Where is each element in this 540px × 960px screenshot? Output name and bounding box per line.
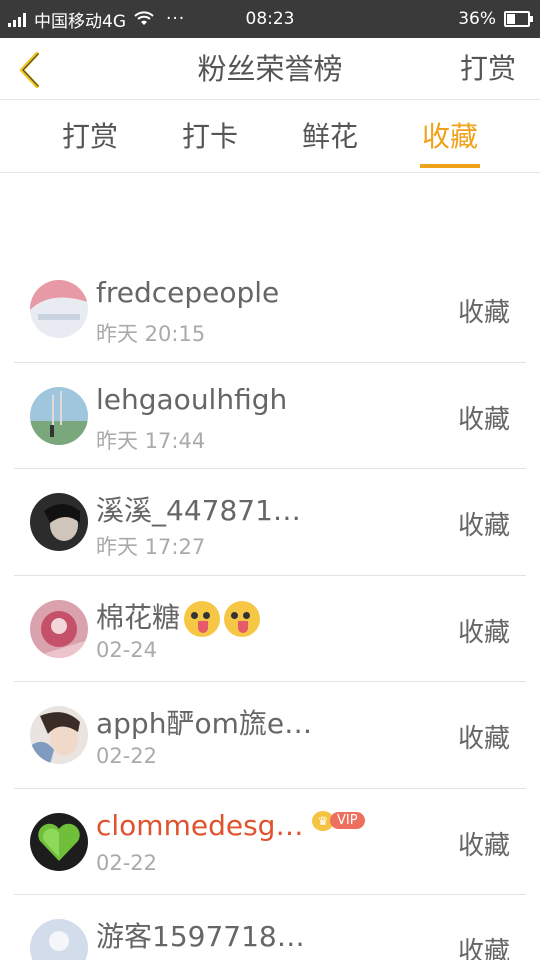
user-name: lehgaoulhfigh (96, 382, 288, 416)
timestamp: 02-24 (96, 637, 158, 662)
vip-badge: ♛ VIP (312, 810, 365, 831)
vip-label: VIP (330, 812, 365, 829)
list-item[interactable]: 溪溪_447871… 昨天 17:27 收藏 (14, 469, 526, 576)
user-name: clommedesg… (96, 808, 304, 842)
avatar (30, 493, 88, 551)
timestamp: 昨天 20:15 (96, 322, 206, 346)
tab-label: 打卡 (181, 120, 238, 153)
action-label: 收藏 (457, 724, 510, 754)
timestamp: 02-22 (96, 850, 158, 875)
list-item[interactable]: lehgaoulhfigh 昨天 17:44 收藏 (14, 363, 526, 469)
timestamp: 02-22 (96, 744, 158, 768)
reward-button[interactable]: 打赏 (460, 38, 516, 100)
avatar (30, 812, 88, 871)
tab-reward[interactable]: 打赏 (30, 101, 150, 173)
user-name: apph酽om旒e… (96, 707, 313, 740)
active-tab-indicator (420, 164, 480, 168)
action-label: 收藏 (457, 830, 510, 861)
timestamp: 昨天 17:44 (96, 428, 206, 453)
avatar (30, 706, 88, 764)
tab-label: 打赏 (61, 120, 118, 153)
user-name: 游客1597718… (96, 920, 305, 953)
user-name: fredcepeople (96, 276, 280, 309)
tab-checkin[interactable]: 打卡 (150, 101, 270, 173)
tongue-emoji-icon (224, 600, 261, 637)
user-name: 棉花糖 (96, 596, 261, 637)
action-label: 收藏 (457, 511, 510, 541)
tab-bar: 打赏 打卡 鲜花 收藏 (0, 101, 540, 173)
list-item[interactable]: 棉花糖 02-24 收藏 (14, 576, 526, 682)
battery-icon (504, 11, 533, 27)
status-bar: 中国移动4G ··· 08:23 36% (0, 0, 540, 38)
tab-flowers[interactable]: 鲜花 (270, 101, 390, 173)
action-label: 收藏 (457, 298, 510, 328)
list-item[interactable]: apph酽om旒e… 02-22 收藏 (14, 682, 526, 789)
action-label: 收藏 (457, 617, 510, 648)
tongue-emoji-icon (184, 600, 221, 637)
user-name: 溪溪_447871… (96, 494, 301, 527)
tab-label: 收藏 (421, 120, 478, 153)
list-item[interactable]: fredcepeople 昨天 20:15 收藏 (14, 256, 526, 363)
timestamp: 昨天 17:27 (96, 535, 206, 559)
avatar (30, 386, 88, 445)
list-item[interactable]: 游客1597718… 收藏 (14, 895, 526, 960)
navigation-bar: 粉丝荣誉榜 打赏 (0, 38, 540, 100)
user-name-text: 棉花糖 (96, 600, 181, 634)
tab-label: 鲜花 (301, 120, 358, 153)
status-right: 36% (458, 0, 533, 38)
avatar (30, 280, 88, 338)
avatar (30, 599, 88, 658)
fan-list: fredcepeople 昨天 20:15 收藏 lehgaoulhfigh 昨… (0, 256, 540, 960)
battery-percent: 36% (458, 9, 496, 29)
list-item[interactable]: clommedesg… ♛ VIP 02-22 收藏 (14, 789, 526, 895)
action-label: 收藏 (457, 937, 510, 960)
tab-favorites[interactable]: 收藏 (390, 101, 510, 173)
avatar (30, 919, 88, 960)
action-label: 收藏 (457, 404, 510, 435)
